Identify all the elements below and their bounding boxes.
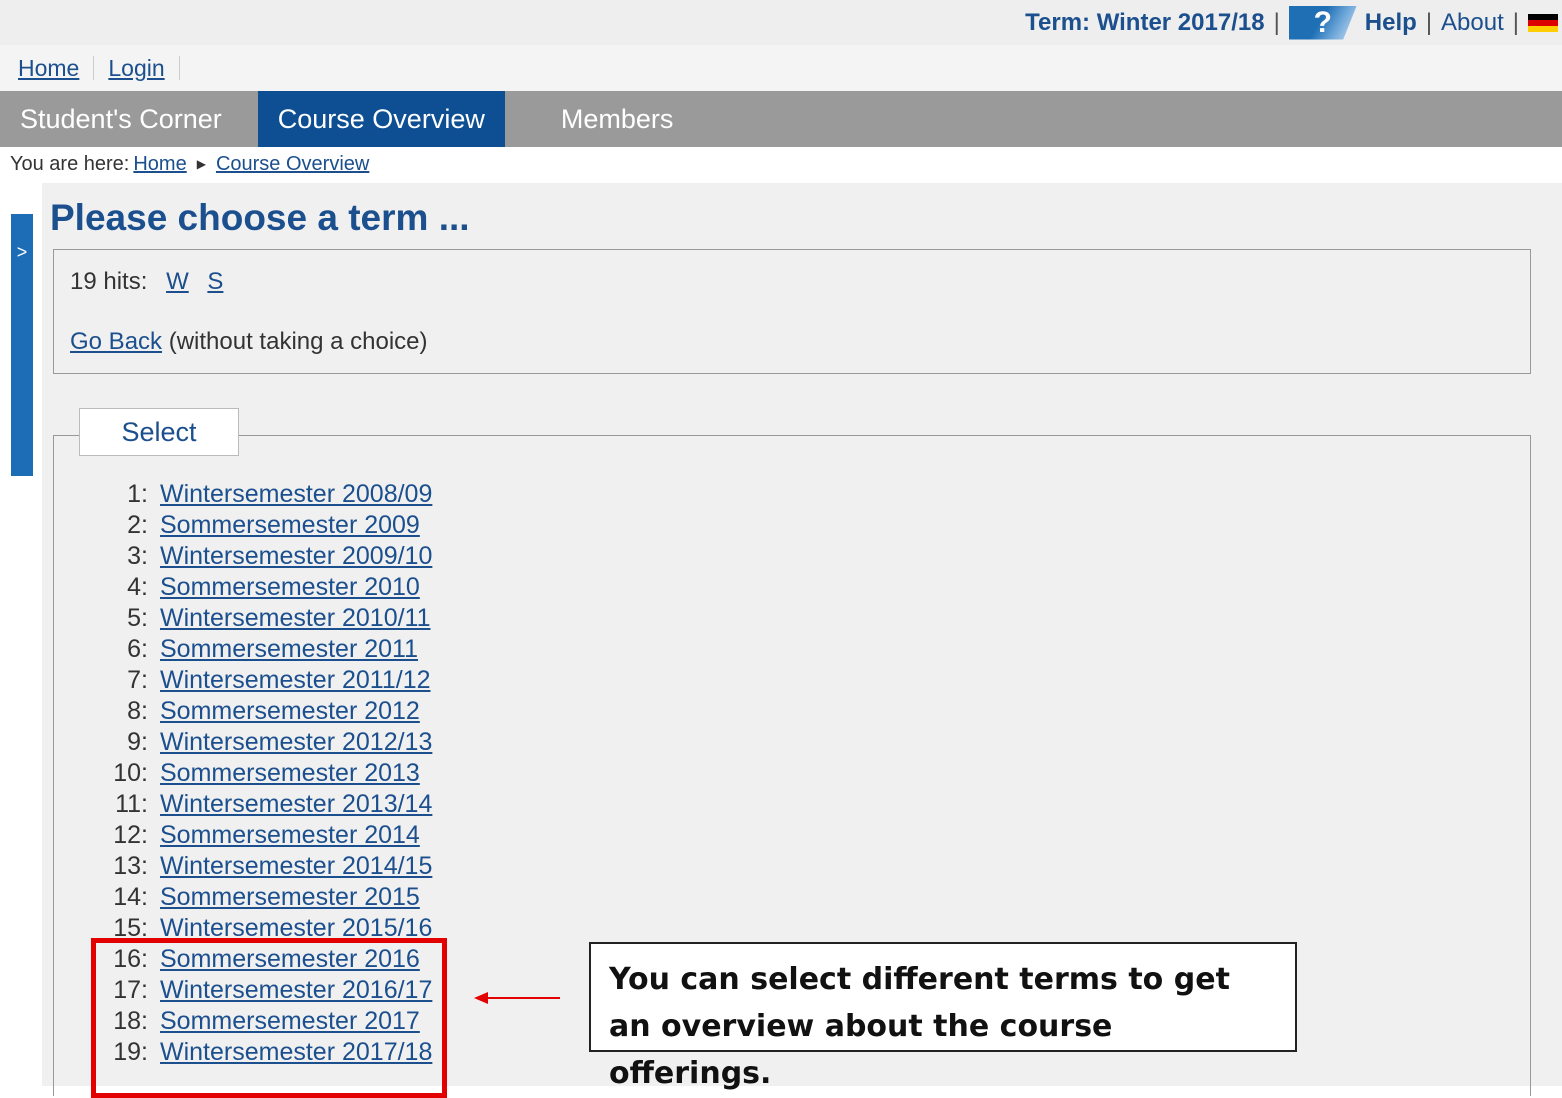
separator: | (1425, 8, 1433, 36)
term-list-item: 5: Wintersemester 2010/11 (88, 603, 432, 634)
term-number: 8: (127, 697, 148, 725)
term-link[interactable]: Wintersemester 2012/13 (160, 728, 432, 757)
filter-winter-link[interactable]: W (166, 268, 189, 295)
breadcrumb-arrow-icon: ▶ (196, 157, 206, 171)
go-back-line: Go Back (without taking a choice) (70, 328, 428, 356)
term-number: 2: (127, 511, 148, 539)
term-number: 17: (113, 976, 148, 1004)
german-flag-icon[interactable] (1528, 13, 1558, 32)
term-list-item: 4: Sommersemester 2010 (88, 572, 432, 603)
term-link[interactable]: Wintersemester 2010/11 (160, 604, 431, 633)
term-list-item: 14: Sommersemester 2015 (88, 882, 432, 913)
current-term-label: Term: Winter 2017/18 (1025, 8, 1265, 36)
term-link[interactable]: Sommersemester 2010 (160, 573, 420, 602)
term-number: 7: (127, 666, 148, 694)
term-link[interactable]: Wintersemester 2011/12 (160, 666, 431, 695)
term-number: 14: (113, 883, 148, 911)
annotation-callout: You can select different terms to get an… (589, 942, 1297, 1091)
term-list-item: 19: Wintersemester 2017/18 (88, 1037, 432, 1068)
hits-count: 19 hits: (70, 268, 148, 295)
separator: | (1512, 8, 1519, 36)
term-number: 5: (127, 604, 148, 632)
term-list-item: 16: Sommersemester 2016 (88, 944, 432, 975)
term-list: 1: Wintersemester 2008/09 2: Sommersemester… (88, 479, 432, 1068)
term-number: 11: (115, 790, 148, 818)
filter-summer-link[interactable]: S (207, 268, 223, 295)
term-list-item: 12: Sommersemester 2014 (88, 820, 432, 851)
term-list-item: 15: Wintersemester 2015/16 (88, 913, 432, 944)
home-login-bar: Home Login (0, 45, 1562, 91)
term-list-item: 7: Wintersemester 2011/12 (88, 665, 432, 696)
go-back-note: (without taking a choice) (168, 328, 428, 355)
term-link[interactable]: Wintersemester 2014/15 (160, 852, 432, 881)
term-link[interactable]: Wintersemester 2013/14 (160, 790, 432, 819)
term-list-item: 2: Sommersemester 2009 (88, 510, 432, 541)
hits-line: 19 hits: W S (70, 268, 223, 296)
term-number: 18: (113, 1007, 148, 1035)
term-number: 1: (127, 480, 148, 508)
tab-members[interactable]: Members (541, 91, 694, 147)
term-list-item: 10: Sommersemester 2013 (88, 758, 432, 789)
term-number: 16: (113, 945, 148, 973)
term-list-item: 6: Sommersemester 2011 (88, 634, 432, 665)
term-link[interactable]: Sommersemester 2009 (160, 511, 420, 540)
term-link[interactable]: Wintersemester 2016/17 (160, 976, 432, 1005)
term-number: 19: (113, 1038, 148, 1066)
term-link[interactable]: Sommersemester 2012 (160, 697, 420, 726)
home-link[interactable]: Home (18, 55, 79, 82)
go-back-link[interactable]: Go Back (70, 328, 162, 355)
term-number: 10: (113, 759, 148, 787)
term-link[interactable]: Wintersemester 2017/18 (160, 1038, 432, 1067)
breadcrumb-home[interactable]: Home (133, 153, 186, 176)
term-link[interactable]: Sommersemester 2016 (160, 945, 420, 974)
term-link[interactable]: Wintersemester 2009/10 (160, 542, 432, 571)
term-number: 13: (113, 852, 148, 880)
term-link[interactable]: Sommersemester 2011 (160, 635, 418, 664)
term-link[interactable]: Sommersemester 2015 (160, 883, 420, 912)
select-legend: Select (79, 408, 239, 456)
top-bar: Term: Winter 2017/18 | ? Help | About | (0, 0, 1562, 45)
term-number: 6: (127, 635, 148, 663)
term-list-item: 1: Wintersemester 2008/09 (88, 479, 432, 510)
term-link[interactable]: Sommersemester 2013 (160, 759, 420, 788)
term-number: 15: (113, 914, 148, 942)
breadcrumb: You are here: Home ▶ Course Overview (10, 150, 373, 178)
help-link[interactable]: Help (1365, 9, 1417, 37)
hits-box: 19 hits: W S Go Back (without taking a c… (53, 249, 1531, 374)
top-bar-right: Term: Winter 2017/18 | ? Help | About | (1025, 0, 1562, 45)
term-list-item: 9: Wintersemester 2012/13 (88, 727, 432, 758)
term-list-item: 11: Wintersemester 2013/14 (88, 789, 432, 820)
help-icon[interactable]: ? (1288, 5, 1357, 40)
annotation-arrow-icon (474, 992, 560, 1004)
term-list-item: 18: Sommersemester 2017 (88, 1006, 432, 1037)
term-link[interactable]: Wintersemester 2015/16 (160, 914, 432, 943)
term-link[interactable]: Wintersemester 2008/09 (160, 480, 432, 509)
sidebar-toggle[interactable]: > (11, 214, 33, 476)
term-link[interactable]: Sommersemester 2017 (160, 1007, 420, 1036)
login-link[interactable]: Login (108, 55, 164, 82)
main-nav: Student's Corner Course Overview Members (0, 91, 1562, 147)
term-list-item: 8: Sommersemester 2012 (88, 696, 432, 727)
term-number: 3: (127, 542, 148, 570)
tab-students-corner[interactable]: Student's Corner (0, 91, 242, 147)
breadcrumb-course-overview[interactable]: Course Overview (216, 153, 369, 176)
page-title: Please choose a term ... (50, 197, 470, 238)
term-list-item: 17: Wintersemester 2016/17 (88, 975, 432, 1006)
divider (93, 56, 95, 80)
divider (178, 56, 180, 80)
separator: | (1273, 8, 1280, 36)
term-number: 9: (127, 728, 148, 756)
term-list-item: 3: Wintersemester 2009/10 (88, 541, 432, 572)
term-link[interactable]: Sommersemester 2014 (160, 821, 420, 850)
term-list-item: 13: Wintersemester 2014/15 (88, 851, 432, 882)
about-link[interactable]: About (1441, 9, 1504, 37)
tab-course-overview[interactable]: Course Overview (257, 91, 505, 147)
term-number: 12: (113, 821, 148, 849)
term-number: 4: (127, 573, 148, 601)
breadcrumb-prefix: You are here: (10, 152, 130, 175)
